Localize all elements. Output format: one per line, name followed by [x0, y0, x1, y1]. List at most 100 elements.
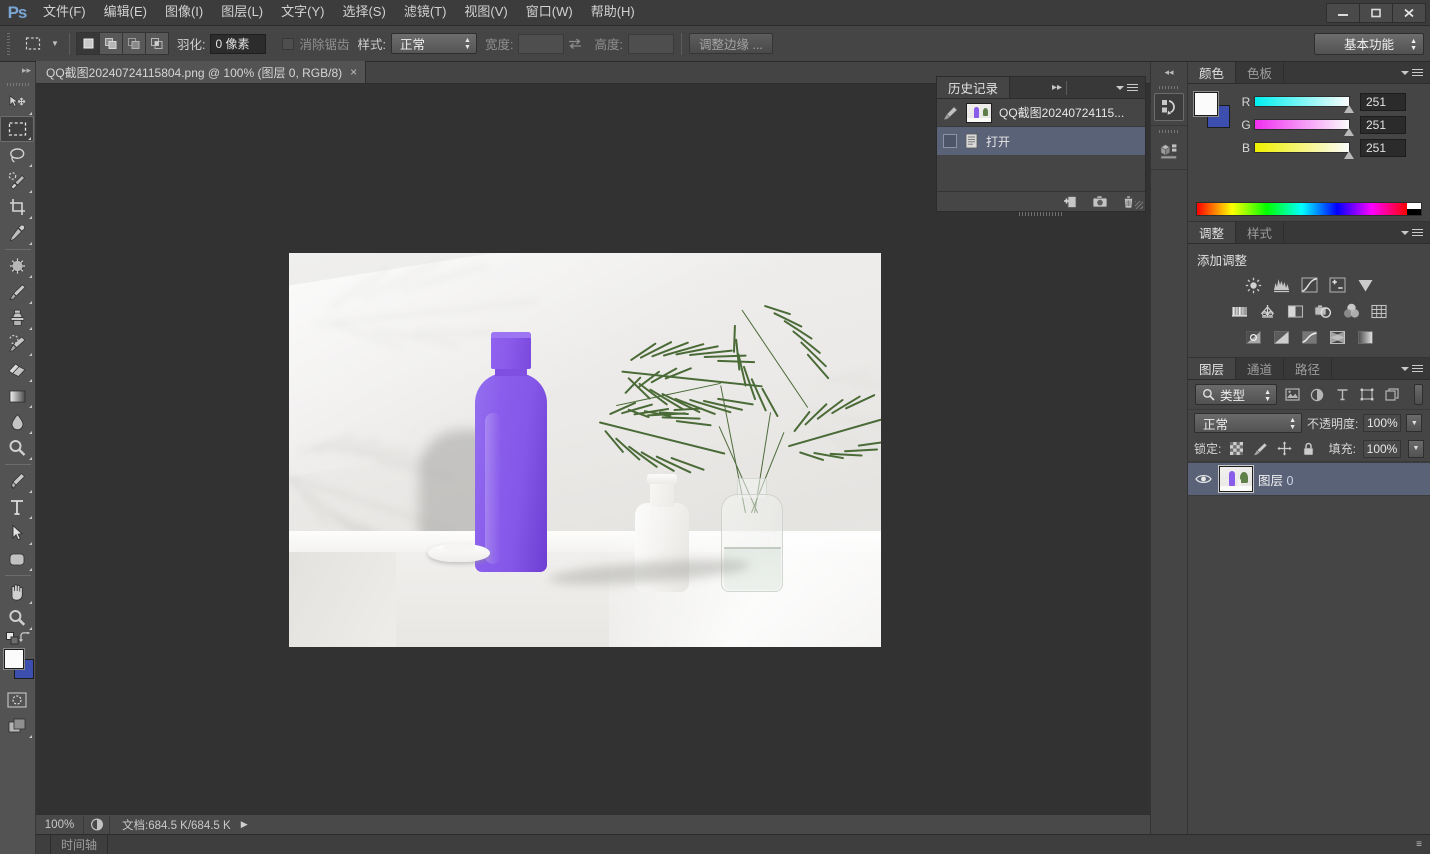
filter-adjustment-layers-icon[interactable] — [1307, 385, 1327, 405]
tab-styles[interactable]: 样式 — [1236, 222, 1285, 243]
red-slider[interactable] — [1254, 96, 1354, 113]
quick-mask-toggle[interactable] — [0, 687, 34, 713]
add-to-selection-button[interactable] — [99, 32, 123, 55]
blue-slider[interactable] — [1254, 142, 1354, 159]
brush-tool[interactable] — [0, 279, 34, 305]
rectangular-marquee-icon[interactable] — [18, 32, 48, 56]
layer-filter-select[interactable]: 类型 ▲ ▼ — [1195, 384, 1277, 405]
tab-paths[interactable]: 路径 — [1284, 358, 1333, 379]
tab-swatches[interactable]: 色板 — [1236, 62, 1285, 83]
color-lookup-adjustment[interactable] — [1369, 301, 1389, 321]
levels-adjustment[interactable] — [1271, 275, 1291, 295]
channel-mixer-adjustment[interactable] — [1341, 301, 1361, 321]
history-state-row[interactable]: 打开 — [937, 127, 1145, 155]
antialias-checkbox[interactable] — [282, 37, 295, 50]
trash-icon[interactable] — [1122, 195, 1135, 209]
panel-menu-icon[interactable] — [1394, 62, 1430, 83]
mini-bridge-dock-icon[interactable] — [1154, 137, 1184, 165]
tab-channels[interactable]: 通道 — [1236, 358, 1285, 379]
close-icon[interactable] — [1392, 2, 1426, 23]
lock-image-pixels-icon[interactable] — [1252, 440, 1269, 457]
fill-dropdown-icon[interactable]: ▼ — [1408, 439, 1424, 458]
feather-input[interactable]: 0 像素 — [210, 33, 267, 54]
type-tool[interactable] — [0, 494, 34, 520]
spot-healing-tool[interactable] — [0, 253, 34, 279]
shape-tool[interactable] — [0, 546, 34, 572]
color-ramp[interactable] — [1196, 202, 1422, 216]
history-dock-icon[interactable] — [1154, 93, 1184, 121]
refine-edge-button[interactable]: 调整边缘 ... — [688, 33, 773, 54]
quick-selection-tool[interactable] — [0, 168, 34, 194]
history-brush-source-icon[interactable] — [943, 106, 959, 120]
green-slider-thumb[interactable] — [1344, 128, 1354, 136]
rectangular-marquee-tool[interactable] — [0, 116, 34, 142]
menu-edit[interactable]: 编辑(E) — [95, 1, 156, 24]
menu-filter[interactable]: 滤镜(T) — [395, 1, 456, 24]
photo-filter-adjustment[interactable] — [1313, 301, 1333, 321]
lock-transparency-icon[interactable] — [1228, 440, 1245, 457]
maximize-icon[interactable] — [1359, 2, 1393, 23]
hue-saturation-adjustment[interactable] — [1229, 301, 1249, 321]
gradient-map-adjustment[interactable] — [1327, 327, 1347, 347]
posterize-adjustment[interactable] — [1271, 327, 1291, 347]
panel-resize-handle[interactable] — [1135, 201, 1143, 209]
curves-adjustment[interactable] — [1299, 275, 1319, 295]
selective-color-adjustment[interactable] — [1355, 327, 1375, 347]
document-tab[interactable]: QQ截图20240724115804.png @ 100% (图层 0, RGB… — [36, 61, 367, 83]
foreground-color-swatch[interactable] — [1194, 92, 1218, 116]
color-balance-adjustment[interactable] — [1257, 301, 1277, 321]
brightness-contrast-adjustment[interactable] — [1243, 275, 1263, 295]
red-slider-thumb[interactable] — [1344, 105, 1354, 113]
camera-icon[interactable] — [1092, 195, 1108, 208]
panel-drag-dots[interactable] — [1019, 212, 1063, 216]
dock-group-grip-2[interactable] — [1151, 126, 1187, 137]
menu-image[interactable]: 图像(I) — [156, 1, 212, 24]
invert-adjustment[interactable] — [1243, 327, 1263, 347]
swap-colors-icon[interactable] — [19, 632, 32, 644]
gradient-tool[interactable] — [0, 383, 34, 409]
hand-tool[interactable] — [0, 579, 34, 605]
close-tab-icon[interactable]: × — [350, 65, 357, 79]
green-slider[interactable] — [1254, 119, 1354, 136]
threshold-adjustment[interactable] — [1299, 327, 1319, 347]
screen-mode-button[interactable] — [0, 713, 34, 739]
red-value-input[interactable]: 251 — [1360, 92, 1406, 111]
tab-layers[interactable]: 图层 — [1188, 358, 1237, 379]
pen-tool[interactable] — [0, 468, 34, 494]
dodge-tool[interactable] — [0, 435, 34, 461]
filter-enable-toggle[interactable] — [1414, 384, 1423, 405]
zoom-level-input[interactable]: 100% — [36, 815, 84, 834]
filter-smart-objects-icon[interactable] — [1382, 385, 1402, 405]
menu-view[interactable]: 视图(V) — [455, 1, 516, 24]
new-doc-icon[interactable] — [1063, 195, 1078, 209]
zoom-tool[interactable] — [0, 605, 34, 631]
fill-input[interactable]: 100% — [1363, 439, 1401, 458]
eraser-tool[interactable] — [0, 357, 34, 383]
menu-window[interactable]: 窗口(W) — [517, 1, 582, 24]
document-image[interactable] — [289, 253, 881, 647]
tab-color[interactable]: 颜色 — [1188, 62, 1237, 83]
lock-position-icon[interactable] — [1276, 440, 1293, 457]
filter-shape-layers-icon[interactable] — [1357, 385, 1377, 405]
crop-tool[interactable] — [0, 194, 34, 220]
layer-thumbnail[interactable] — [1219, 466, 1253, 492]
clone-stamp-tool[interactable] — [0, 305, 34, 331]
panel-menu-icon[interactable] — [1109, 77, 1145, 98]
menu-type[interactable]: 文字(Y) — [272, 1, 333, 24]
color-spectrum[interactable] — [1197, 203, 1407, 215]
exposure-adjustment[interactable] — [1327, 275, 1347, 295]
opacity-dropdown-icon[interactable]: ▼ — [1406, 414, 1423, 432]
options-bar-grip[interactable] — [2, 29, 14, 59]
blur-tool[interactable] — [0, 409, 34, 435]
tab-adjustments[interactable]: 调整 — [1188, 222, 1237, 243]
menu-help[interactable]: 帮助(H) — [582, 1, 644, 24]
blend-mode-select[interactable]: 正常 ▲ ▼ — [1194, 413, 1302, 433]
tab-history[interactable]: 历史记录 — [937, 77, 1011, 98]
dock-group-grip[interactable] — [1151, 82, 1187, 93]
panel-menu-icon[interactable] — [1394, 222, 1430, 243]
green-value-input[interactable]: 251 — [1360, 115, 1406, 134]
filter-type-layers-icon[interactable] — [1332, 385, 1352, 405]
height-input[interactable] — [627, 33, 674, 54]
swap-dimensions-icon[interactable] — [564, 38, 586, 49]
width-input[interactable] — [518, 33, 565, 54]
